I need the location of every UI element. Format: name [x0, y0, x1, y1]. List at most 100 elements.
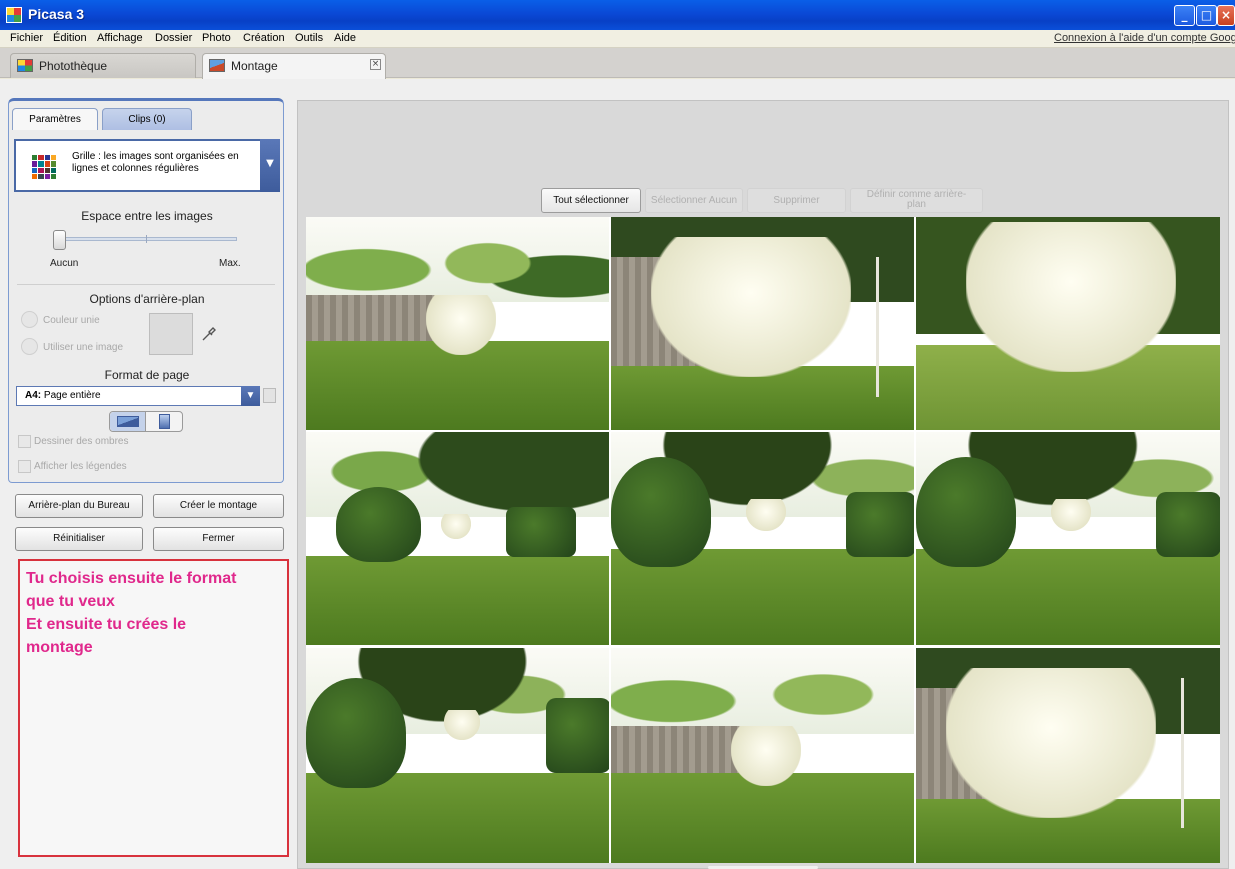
photo-shrub [546, 698, 609, 773]
photo-grass [306, 555, 609, 645]
portrait-button[interactable] [147, 412, 183, 431]
spacing-title: Espace entre les images [81, 209, 213, 223]
tab-clips[interactable]: Clips (0) [102, 108, 192, 130]
format-size: A4: [25, 390, 42, 401]
minimize-button[interactable]: _ [1174, 5, 1195, 26]
reset-button[interactable]: Réinitialiser [15, 527, 143, 551]
photo-plume [1051, 499, 1091, 531]
tab-label: Montage [231, 59, 278, 73]
page-format-title: Format de page [104, 368, 190, 382]
photo-plume [444, 710, 480, 740]
note-line: Et ensuite tu crées le [26, 616, 187, 633]
photo-plume [946, 668, 1156, 818]
note-line: montage [26, 639, 93, 656]
photo-tile[interactable] [611, 217, 914, 430]
page-format-dropdown[interactable]: A4: Page entière ▼ [16, 386, 260, 406]
background-color-swatch[interactable] [149, 313, 193, 355]
tab-montage[interactable]: Montage × [202, 53, 386, 79]
portrait-icon [159, 414, 170, 429]
title-bar: Picasa 3 _ □ × [0, 0, 1235, 30]
tab-phototheque[interactable]: Photothèque [10, 53, 196, 78]
divider [17, 284, 275, 285]
slider-max-label: Max. [219, 258, 241, 269]
checkbox-captions-label: Afficher les légendes [34, 461, 127, 472]
maximize-button[interactable]: □ [1196, 5, 1217, 26]
collage-icon [209, 59, 225, 72]
window-title: Picasa 3 [28, 6, 85, 22]
close-panel-button[interactable]: Fermer [153, 527, 284, 551]
photo-plume [731, 726, 801, 786]
layout-dropdown[interactable]: Grille : les images sont organisées en l… [14, 139, 280, 192]
note-line: Tu choisis ensuite le format [26, 570, 237, 587]
chevron-down-icon[interactable]: ▼ [260, 139, 280, 192]
layout-description: Grille : les images sont organisées en l… [72, 151, 239, 174]
checkbox-shadows-label: Dessiner des ombres [34, 436, 129, 447]
checkbox-shadows[interactable] [18, 435, 31, 448]
menu-dossier[interactable]: Dossier [155, 32, 192, 44]
photo-tile[interactable] [306, 432, 609, 645]
document-tabs: Photothèque Montage × [0, 48, 1235, 79]
photo-plume [651, 237, 851, 377]
photo-tile[interactable] [916, 432, 1220, 645]
radio-solid-color-label: Couleur unie [43, 315, 100, 326]
create-collage-button[interactable]: Créer le montage [153, 494, 284, 518]
tab-parametres[interactable]: Paramètres [12, 108, 98, 130]
photo-grass [611, 772, 914, 863]
delete-button[interactable]: Supprimer [747, 188, 846, 213]
tab-label: Photothèque [39, 59, 108, 73]
photo-tile[interactable] [611, 648, 914, 863]
photo-shrub [506, 507, 576, 557]
desktop-background-button[interactable]: Arrière-plan du Bureau [15, 494, 143, 518]
slider-min-label: Aucun [50, 258, 79, 269]
grid-layout-icon [32, 155, 56, 179]
menu-bar: Fichier Édition Affichage Dossier Photo … [0, 30, 1235, 48]
select-none-button[interactable]: Sélectionner Aucun [645, 188, 743, 213]
photo-plume [426, 295, 496, 355]
close-tab-icon[interactable]: × [370, 59, 381, 70]
picasa-app-icon [6, 7, 22, 23]
photo-plume [966, 222, 1176, 372]
set-as-background-button[interactable]: Définir comme arrière- plan [850, 188, 983, 213]
trash-icon[interactable] [263, 388, 276, 403]
photo-tile[interactable] [306, 648, 609, 863]
menu-outils[interactable]: Outils [295, 32, 323, 44]
select-all-button[interactable]: Tout sélectionner [541, 188, 641, 213]
close-button[interactable]: × [1217, 5, 1235, 26]
photo-tile[interactable] [306, 217, 609, 430]
menu-photo[interactable]: Photo [202, 32, 231, 44]
photo-tile[interactable] [916, 217, 1220, 430]
slider-tick [146, 235, 147, 243]
landscape-button[interactable] [110, 412, 146, 431]
photo-shrub [306, 678, 406, 788]
menu-edition[interactable]: Édition [53, 32, 87, 44]
background-options-title: Options d'arrière-plan [89, 292, 205, 306]
photo-plume [746, 499, 786, 531]
google-signin-link[interactable]: Connexion à l'aide d'un compte Google [1054, 32, 1235, 44]
photo-grid [306, 217, 1220, 863]
photo-shrub [1156, 492, 1220, 557]
photo-tile[interactable] [611, 432, 914, 645]
photo-shrub [846, 492, 914, 557]
photo-shrub [916, 457, 1016, 567]
note-line: que tu veux [26, 593, 115, 610]
annotation-note: Tu choisis ensuite le format que tu veux… [18, 559, 289, 857]
photo-trunk [1181, 678, 1184, 828]
menu-aide[interactable]: Aide [334, 32, 356, 44]
library-icon [17, 59, 33, 72]
radio-solid-color[interactable] [21, 311, 38, 328]
menu-affichage[interactable]: Affichage [97, 32, 143, 44]
photo-tile[interactable] [916, 648, 1220, 863]
menu-creation[interactable]: Création [243, 32, 285, 44]
photo-shrub [336, 487, 421, 562]
radio-use-image[interactable] [21, 338, 38, 355]
photo-plume [441, 514, 471, 539]
photo-trunk [876, 257, 879, 397]
spacing-slider-thumb[interactable] [53, 230, 66, 250]
format-value: Page entière [43, 390, 101, 401]
eyedropper-icon[interactable] [201, 326, 219, 344]
spacing-slider-track[interactable] [59, 237, 237, 241]
chevron-down-icon[interactable]: ▼ [241, 386, 260, 406]
checkbox-captions[interactable] [18, 460, 31, 473]
menu-fichier[interactable]: Fichier [10, 32, 43, 44]
orientation-toggle [109, 411, 183, 432]
